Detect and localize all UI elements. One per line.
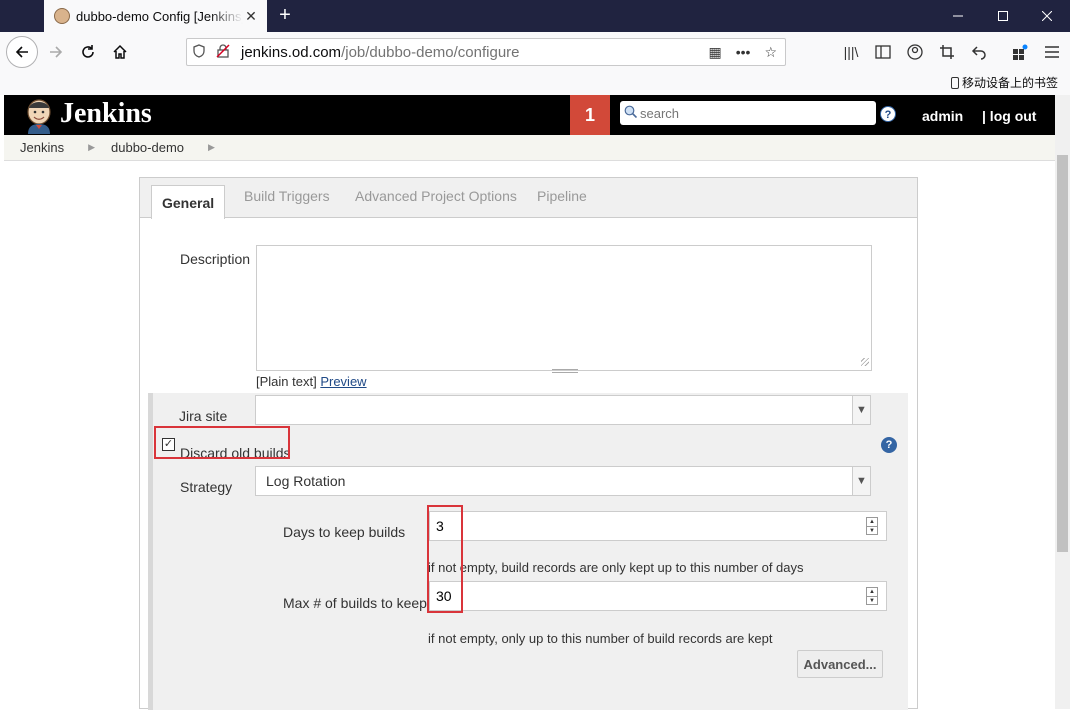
- extensions-icon[interactable]: [1008, 40, 1032, 64]
- sidebar-icon[interactable]: [871, 40, 895, 64]
- account-icon[interactable]: [903, 40, 927, 64]
- bookmark-star-icon[interactable]: ☆: [764, 44, 777, 61]
- close-icon: [1042, 11, 1052, 21]
- days-to-keep-label: Days to keep builds: [283, 524, 406, 540]
- config-panel: General Build Triggers Advanced Project …: [139, 177, 918, 710]
- resize-corner-icon[interactable]: [861, 358, 869, 366]
- preview-link[interactable]: Preview: [320, 374, 366, 389]
- arrow-right-icon: [50, 46, 63, 58]
- description-label: Description: [180, 251, 251, 267]
- page-actions-icon[interactable]: •••: [736, 44, 751, 61]
- browser-tab-bar: dubbo-demo Config [Jenkins] ✕ +: [0, 0, 1070, 32]
- advanced-button[interactable]: Advanced...: [797, 650, 883, 678]
- tab-title: dubbo-demo Config [Jenkins]: [76, 8, 243, 24]
- textarea-resize-grip[interactable]: [552, 369, 578, 373]
- breadcrumb-job[interactable]: dubbo-demo: [111, 140, 184, 155]
- chevron-right-icon[interactable]: ▶: [208, 142, 215, 153]
- reload-button[interactable]: [72, 36, 104, 68]
- search-icon: [620, 105, 640, 121]
- reload-icon: [82, 45, 94, 58]
- jira-site-select[interactable]: ▼: [255, 395, 871, 425]
- back-button[interactable]: [6, 36, 38, 68]
- address-bar[interactable]: jenkins.od.com/job/dubbo-demo/configure …: [186, 38, 786, 66]
- qr-code-icon[interactable]: ▦: [708, 44, 721, 61]
- max-builds-hint: if not empty, only up to this number of …: [428, 631, 773, 646]
- shield-icon[interactable]: [187, 43, 211, 61]
- jira-site-label: Jira site: [179, 408, 228, 424]
- strategy-select[interactable]: Log Rotation ▼: [255, 466, 871, 496]
- screenshot-icon[interactable]: [935, 40, 959, 64]
- tab-advanced-project-options[interactable]: Advanced Project Options: [355, 188, 517, 204]
- new-tab-button[interactable]: +: [274, 4, 296, 26]
- phone-icon: [950, 76, 959, 89]
- chevron-down-icon[interactable]: ▼: [852, 396, 870, 424]
- bookmarks-toolbar: 移动设备上的书签: [0, 72, 1070, 95]
- search-input[interactable]: [640, 105, 860, 121]
- days-hint: if not empty, build records are only kep…: [428, 560, 804, 575]
- help-icon[interactable]: ?: [881, 437, 897, 453]
- number-spinner[interactable]: ▲ ▼: [866, 517, 878, 535]
- logout-link[interactable]: | log out: [982, 108, 1036, 124]
- scroll-thumb[interactable]: [1057, 155, 1068, 552]
- page-viewport: Jenkins 1 ? admin | log out Jenkins ▶ du…: [0, 95, 1055, 710]
- tab-build-triggers[interactable]: Build Triggers: [244, 188, 330, 204]
- jenkins-logo-icon[interactable]: [22, 98, 56, 134]
- max-builds-label: Max # of builds to keep: [283, 595, 427, 611]
- breadcrumb: Jenkins ▶ dubbo-demo ▶: [4, 135, 1055, 161]
- tab-general[interactable]: General: [151, 185, 226, 219]
- user-link[interactable]: admin: [922, 108, 963, 124]
- highlight-box-values: [427, 505, 463, 613]
- minimize-icon: [953, 15, 963, 17]
- chevron-right-icon[interactable]: ▶: [88, 142, 95, 153]
- browser-navigation-bar: jenkins.od.com/job/dubbo-demo/configure …: [0, 32, 1070, 72]
- forward-button[interactable]: [40, 36, 72, 68]
- strategy-label: Strategy: [180, 479, 233, 495]
- jenkins-header: Jenkins 1 ? admin | log out: [4, 95, 1055, 135]
- highlight-box-discard: [154, 426, 290, 459]
- config-tabs: General Build Triggers Advanced Project …: [140, 178, 917, 219]
- plain-text-label: [Plain text]: [256, 374, 317, 389]
- preview-line: [Plain text] Preview: [256, 374, 367, 389]
- jenkins-favicon-icon: [54, 8, 70, 24]
- search-help-icon[interactable]: ?: [880, 106, 896, 122]
- close-window-button[interactable]: [1024, 0, 1070, 32]
- maximize-button[interactable]: [980, 0, 1026, 32]
- undo-icon[interactable]: [967, 40, 991, 64]
- jenkins-title[interactable]: Jenkins: [60, 98, 152, 130]
- chevron-down-icon[interactable]: ▼: [852, 467, 870, 495]
- search-box[interactable]: [620, 101, 876, 125]
- library-icon[interactable]: |||\: [839, 40, 863, 64]
- page-scrollbar[interactable]: [1055, 95, 1070, 709]
- home-button[interactable]: [104, 36, 136, 68]
- home-icon: [113, 44, 127, 59]
- tab-pipeline[interactable]: Pipeline: [537, 188, 587, 204]
- mobile-bookmarks[interactable]: 移动设备上的书签: [950, 74, 1058, 91]
- days-to-keep-input[interactable]: 3 ▲ ▼: [429, 511, 887, 541]
- url-text[interactable]: jenkins.od.com/job/dubbo-demo/configure: [241, 44, 708, 61]
- maximize-icon: [998, 11, 1008, 21]
- browser-tab[interactable]: dubbo-demo Config [Jenkins] ✕: [44, 0, 267, 32]
- minimize-button[interactable]: [935, 0, 981, 32]
- options-block: Jira site ▼ ✓ Discard old builds ? Strat…: [148, 393, 908, 710]
- insecure-lock-icon[interactable]: [211, 43, 235, 61]
- arrow-left-icon: [15, 46, 28, 58]
- max-builds-input[interactable]: 30 ▲ ▼: [429, 581, 887, 611]
- breadcrumb-jenkins[interactable]: Jenkins: [20, 140, 64, 155]
- notification-badge[interactable]: 1: [570, 95, 610, 135]
- number-spinner[interactable]: ▲ ▼: [866, 587, 878, 605]
- description-textarea[interactable]: [256, 245, 872, 373]
- close-tab-icon[interactable]: ✕: [243, 8, 259, 25]
- menu-icon[interactable]: [1040, 40, 1064, 64]
